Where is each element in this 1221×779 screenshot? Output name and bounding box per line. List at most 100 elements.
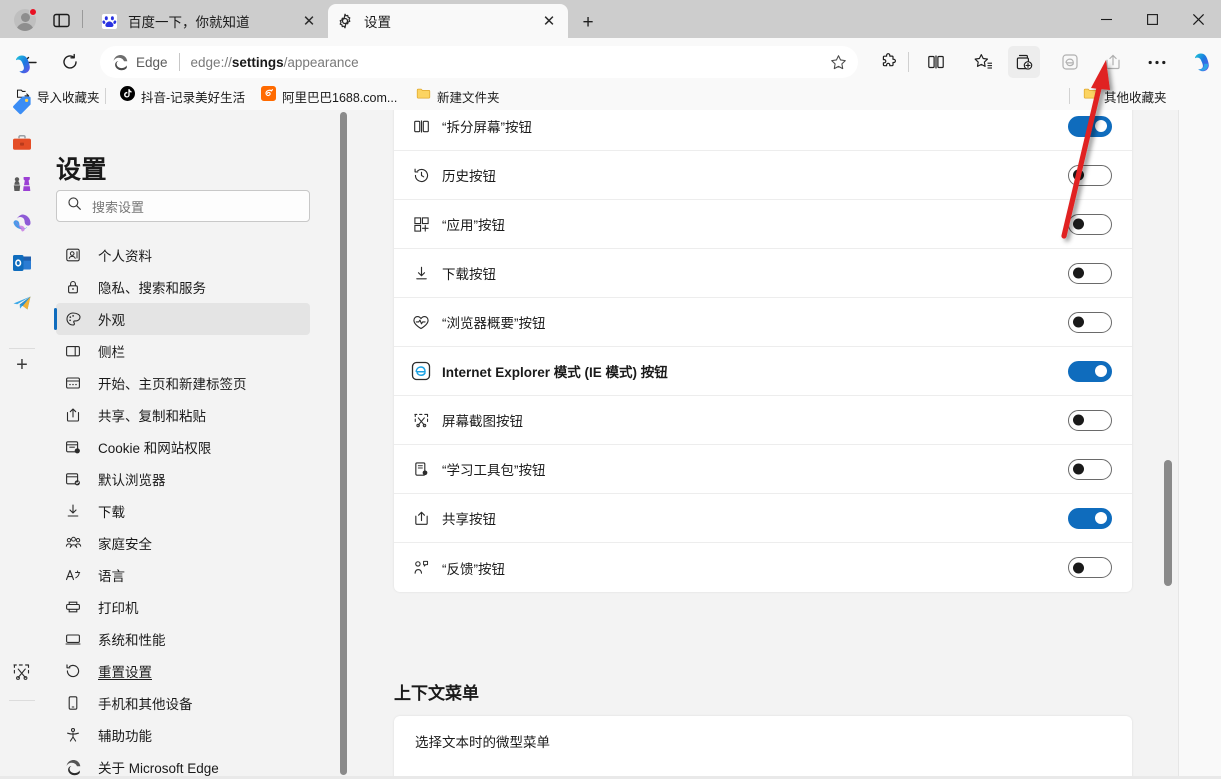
favorites-icon[interactable] [968,47,998,77]
reset-icon [64,662,82,680]
refresh-button[interactable] [55,47,85,77]
alibaba-favicon [261,86,276,106]
sidebar-scrollbar[interactable] [339,112,349,775]
setting-row[interactable]: 屏幕截图按钮 [394,396,1132,445]
add-favorite-icon[interactable] [824,48,852,76]
setting-label: “浏览器概要”按钮 [442,312,1068,332]
sidebar-item-label: 关于 Microsoft Edge [98,757,219,777]
sidebar-item-about[interactable]: 关于 Microsoft Edge [56,751,310,779]
setting-row[interactable]: 下载按钮 [394,249,1132,298]
section-heading: 上下文菜单 [394,679,479,704]
setting-label: 屏幕截图按钮 [442,410,1068,430]
settings-more-icon[interactable] [1142,47,1172,77]
sidebar-item-label: 默认浏览器 [98,469,166,489]
setting-row[interactable]: 历史按钮 [394,151,1132,200]
collections-icon[interactable] [1008,46,1040,78]
sidebar-item-reset[interactable]: 重置设置 [56,655,310,687]
address-bar[interactable]: Edge edge://settings/appearance [100,46,858,78]
browser-tab[interactable]: 百度一下，你就知道 ✕ [92,4,328,38]
setting-label: “反馈”按钮 [442,558,1068,578]
system-icon [64,630,82,648]
telegram-icon[interactable] [10,291,34,315]
bookmark-item[interactable]: 新建文件夹 [410,84,506,108]
bookmark-label: 新建文件夹 [437,87,500,106]
sidebar-item-label: 手机和其他设备 [98,693,193,713]
minimize-button[interactable] [1083,0,1129,38]
bookmarks-separator [105,88,106,104]
sidebar-item-label: 下载 [98,501,125,521]
content-scrollbar[interactable] [1164,460,1174,586]
setting-toggle[interactable] [1068,312,1112,333]
sidebar-item-profile[interactable]: 个人资料 [56,239,310,271]
outlook-icon[interactable] [10,251,34,275]
sidebar-item-accessibility[interactable]: 辅助功能 [56,719,310,751]
setting-label: 选择文本时的微型菜单 [410,731,1112,751]
screenshot-rail-icon[interactable] [10,660,34,684]
content-scrollbar-thumb[interactable] [1164,460,1172,586]
settings-sidebar: 设置 搜索设置 [0,110,340,777]
folder-icon [416,86,431,106]
window-controls [1083,0,1221,38]
share-icon[interactable] [1098,47,1128,77]
sidebar-item-family[interactable]: 家庭安全 [56,527,310,559]
tab-title: 设置 [364,11,538,31]
split-screen-icon[interactable] [921,47,951,77]
setting-row[interactable]: “学习工具包”按钮 [394,445,1132,494]
setting-toggle[interactable] [1068,410,1112,431]
bookmark-label: 阿里巴巴1688.com... [282,87,397,106]
office-icon[interactable] [10,211,34,235]
setting-toggle[interactable] [1068,508,1112,529]
tab-search-icon[interactable] [50,9,72,31]
sidebar-item-phone[interactable]: 手机和其他设备 [56,687,310,719]
tab-close-icon[interactable]: ✕ [538,10,560,32]
ie-mode-icon[interactable] [1055,47,1085,77]
other-favorites-item[interactable]: 其他收藏夹 [1077,84,1173,108]
setting-toggle[interactable] [1068,361,1112,382]
bookmark-item[interactable]: 阿里巴巴1688.com... [255,84,403,108]
sidebar-item-sidebar[interactable]: 侧栏 [56,335,310,367]
url-text: edge://settings/appearance [191,55,824,70]
new-tab-button[interactable]: + [575,10,601,36]
copilot-rail-icon[interactable] [10,52,34,76]
setting-toggle[interactable] [1068,459,1112,480]
sidebar-item-label: 共享、复制和粘贴 [98,405,206,425]
sidebar-item-default-browser[interactable]: 默认浏览器 [56,463,310,495]
sidebar-item-cookies[interactable]: Cookie 和网站权限 [56,431,310,463]
sidebar-item-appearance[interactable]: 外观 [56,303,310,335]
setting-row[interactable]: Internet Explorer 模式 (IE 模式) 按钮 [394,347,1132,396]
setting-toggle[interactable] [1068,165,1112,186]
sidebar-item-printers[interactable]: 打印机 [56,591,310,623]
bookmark-item[interactable]: 抖音-记录美好生活 [114,84,251,108]
setting-row[interactable]: “反馈”按钮 [394,543,1132,592]
sidebar-item-languages[interactable]: 语言 [56,559,310,591]
sidebar-item-startup[interactable]: 开始、主页和新建标签页 [56,367,310,399]
setting-toggle[interactable] [1068,263,1112,284]
share-icon [64,406,82,424]
maximize-button[interactable] [1129,0,1175,38]
copilot-icon[interactable] [1186,47,1216,77]
sidebar-item-downloads[interactable]: 下载 [56,495,310,527]
setting-row[interactable]: 选择文本时的微型菜单 [394,716,1132,766]
sidebar-item-privacy[interactable]: 隐私、搜索和服务 [56,271,310,303]
sidebar-item-system[interactable]: 系统和性能 [56,623,310,655]
setting-toggle[interactable] [1068,116,1112,137]
tab-close-icon[interactable]: ✕ [298,10,320,32]
tools-briefcase-icon[interactable] [10,132,34,156]
setting-row[interactable]: “应用”按钮 [394,200,1132,249]
setting-row[interactable]: “拆分屏幕”按钮 [394,110,1132,151]
close-button[interactable] [1175,0,1221,38]
sidebar-scrollbar-thumb[interactable] [340,112,347,775]
setting-toggle[interactable] [1068,557,1112,578]
shopping-tag-icon[interactable] [10,93,34,117]
setting-row[interactable]: 共享按钮 [394,494,1132,543]
setting-toggle[interactable] [1068,214,1112,235]
sidebar-item-label: 个人资料 [98,245,152,265]
games-chess-icon[interactable] [10,172,34,196]
extensions-icon[interactable] [874,47,904,77]
sidebar-item-share[interactable]: 共享、复制和粘贴 [56,399,310,431]
add-sidebar-app-button[interactable]: + [10,353,34,377]
browser-tab[interactable]: 设置 ✕ [328,4,568,38]
setting-row[interactable]: “浏览器概要”按钮 [394,298,1132,347]
profile-avatar-icon[interactable] [12,7,38,33]
search-input[interactable]: 搜索设置 [56,190,310,222]
